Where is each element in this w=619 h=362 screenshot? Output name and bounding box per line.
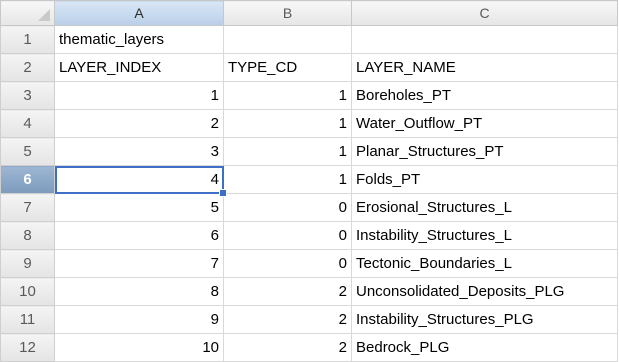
cell-c7[interactable]: Erosional_Structures_L [351, 193, 618, 222]
cell-b2[interactable]: TYPE_CD [223, 53, 352, 82]
cell-a10[interactable]: 8 [54, 277, 224, 306]
cell-c9[interactable]: Tectonic_Boundaries_L [351, 249, 618, 278]
row-header[interactable]: 2 [0, 53, 55, 82]
column-header-row: A B C [0, 0, 618, 26]
cell-c6[interactable]: Folds_PT [351, 165, 618, 194]
column-header-a[interactable]: A [54, 0, 224, 26]
cell-b4[interactable]: 1 [223, 109, 352, 138]
table-row: 1 thematic_layers [0, 25, 618, 54]
cell-c12[interactable]: Bedrock_PLG [351, 333, 618, 362]
cell-b1[interactable] [223, 25, 352, 54]
row-header[interactable]: 9 [0, 249, 55, 278]
table-row: 12 10 2 Bedrock_PLG [0, 333, 618, 362]
row-header[interactable]: 7 [0, 193, 55, 222]
column-header-b[interactable]: B [223, 0, 352, 26]
cell-a4[interactable]: 2 [54, 109, 224, 138]
cell-a8[interactable]: 6 [54, 221, 224, 250]
row-header[interactable]: 3 [0, 81, 55, 110]
table-row: 4 2 1 Water_Outflow_PT [0, 109, 618, 138]
row-header[interactable]: 8 [0, 221, 55, 250]
row-header[interactable]: 10 [0, 277, 55, 306]
cell-c5[interactable]: Planar_Structures_PT [351, 137, 618, 166]
cell-c8[interactable]: Instability_Structures_L [351, 221, 618, 250]
cell-c2[interactable]: LAYER_NAME [351, 53, 618, 82]
table-row: 3 1 1 Boreholes_PT [0, 81, 618, 110]
cell-a1[interactable]: thematic_layers [54, 25, 224, 54]
cell-c3[interactable]: Boreholes_PT [351, 81, 618, 110]
cell-b12[interactable]: 2 [223, 333, 352, 362]
cell-b5[interactable]: 1 [223, 137, 352, 166]
row-header[interactable]: 11 [0, 305, 55, 334]
select-all-corner[interactable] [0, 0, 55, 26]
cell-c10[interactable]: Unconsolidated_Deposits_PLG [351, 277, 618, 306]
cell-c1[interactable] [351, 25, 618, 54]
cell-a3[interactable]: 1 [54, 81, 224, 110]
row-header[interactable]: 1 [0, 25, 55, 54]
row-header[interactable]: 5 [0, 137, 55, 166]
cell-b7[interactable]: 0 [223, 193, 352, 222]
cell-b11[interactable]: 2 [223, 305, 352, 334]
column-header-c[interactable]: C [351, 0, 618, 26]
cell-a12[interactable]: 10 [54, 333, 224, 362]
cell-a9[interactable]: 7 [54, 249, 224, 278]
cell-a7[interactable]: 5 [54, 193, 224, 222]
cell-c4[interactable]: Water_Outflow_PT [351, 109, 618, 138]
row-header-active[interactable]: 6 [0, 165, 55, 194]
select-all-icon [38, 9, 50, 21]
row-header[interactable]: 4 [0, 109, 55, 138]
table-row: 11 9 2 Instability_Structures_PLG [0, 305, 618, 334]
cell-b9[interactable]: 0 [223, 249, 352, 278]
table-row: 9 7 0 Tectonic_Boundaries_L [0, 249, 618, 278]
cell-a11[interactable]: 9 [54, 305, 224, 334]
cell-b8[interactable]: 0 [223, 221, 352, 250]
table-row: 8 6 0 Instability_Structures_L [0, 221, 618, 250]
table-row: 6 4 1 Folds_PT [0, 165, 618, 197]
cell-c11[interactable]: Instability_Structures_PLG [351, 305, 618, 334]
spreadsheet: A B C 1 thematic_layers 2 LAYER_INDEX TY… [0, 0, 619, 362]
table-row: 10 8 2 Unconsolidated_Deposits_PLG [0, 277, 618, 306]
cell-value: 4 [210, 171, 219, 188]
cell-a5[interactable]: 3 [54, 137, 224, 166]
cell-b6[interactable]: 1 [223, 165, 352, 194]
cell-a6-selected[interactable]: 4 [54, 165, 227, 197]
sheet-grid: A B C 1 thematic_layers 2 LAYER_INDEX TY… [0, 0, 618, 362]
cell-b10[interactable]: 2 [223, 277, 352, 306]
table-row: 5 3 1 Planar_Structures_PT [0, 137, 618, 166]
fill-handle[interactable] [219, 189, 227, 197]
table-row: 7 5 0 Erosional_Structures_L [0, 193, 618, 222]
table-row: 2 LAYER_INDEX TYPE_CD LAYER_NAME [0, 53, 618, 82]
cell-a2[interactable]: LAYER_INDEX [54, 53, 224, 82]
row-header[interactable]: 12 [0, 333, 55, 362]
cell-b3[interactable]: 1 [223, 81, 352, 110]
